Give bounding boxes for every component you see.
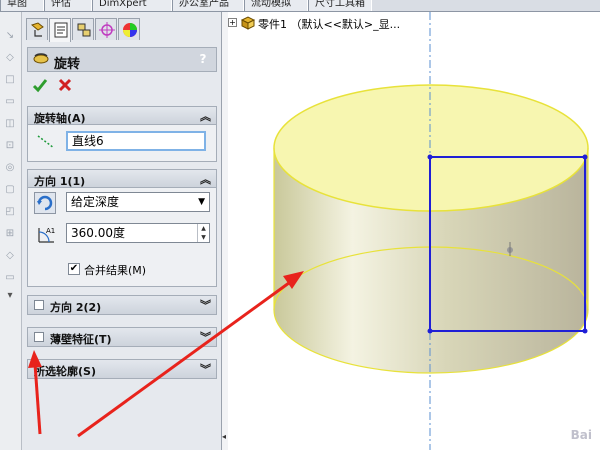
faded-tool-icon[interactable]: ⊞ [4,228,16,239]
end-condition-select[interactable]: 给定深度 ▼ [66,192,210,212]
tab-flow-simulation[interactable]: 流动模拟 [244,0,308,11]
chevron-down-icon[interactable]: ▾ [4,290,16,301]
crosshair-icon [99,22,115,38]
tab-dimxpert[interactable]: DimXpert [92,0,172,11]
revolve-icon [33,53,49,64]
collapse-panel-icon[interactable]: ◂ [222,432,226,441]
faded-tool-icon[interactable]: ◇ [4,250,16,261]
reverse-direction-button[interactable] [34,192,56,214]
sketch-point[interactable] [582,328,588,334]
angle-value: 360.00度 [71,226,125,240]
ok-button[interactable] [32,77,48,93]
expand-chevron-icon[interactable]: ︾ [200,297,211,313]
tab-dimxpert-manager[interactable] [95,18,117,40]
direction1-group-title: 方向 1(1) [34,175,86,188]
tab-dimension-tools[interactable]: 尺寸工具箱 [308,0,372,11]
thin-feature-group-title: 薄壁特征(T) [50,333,112,346]
merge-result-checkbox[interactable]: ✔ [68,263,80,275]
configuration-icon [77,23,91,37]
spin-button[interactable]: ▲ ▼ [197,224,209,242]
axis-icon [37,135,55,149]
tab-evaluate[interactable]: 评估 [44,0,92,11]
model-viewport[interactable] [228,12,600,450]
faded-tool-icon[interactable]: □ [4,74,16,85]
property-icon [54,22,68,38]
merge-result-label: 合并结果(M) [84,264,147,277]
collapse-chevron-icon[interactable]: ︽ [200,108,211,124]
reverse-direction-icon [37,195,53,211]
help-button[interactable]: ? [195,51,211,67]
property-manager: 旋转 ? 旋转轴(A) ︽ 直线6 方向 1(1) ︽ 给定深度 ▼ A1 36… [22,12,222,450]
tab-sketch[interactable]: 草图 [0,0,44,11]
faded-tool-icon[interactable]: ▭ [4,272,16,283]
thin-feature-group[interactable]: 薄壁特征(T) ︾ [27,327,217,347]
faded-tool-icon[interactable]: ◰ [4,206,16,217]
faded-tool-icon[interactable]: ◇ [4,52,16,63]
end-condition-value: 给定深度 [71,195,120,209]
faded-tool-icon[interactable]: ↘ [4,30,16,41]
axis-group-title: 旋转轴(A) [34,112,86,125]
axis-selection-field[interactable]: 直线6 [66,131,206,151]
expand-chevron-icon[interactable]: ︾ [200,329,211,345]
svg-text:A1: A1 [46,227,55,235]
direction2-group-title: 方向 2(2) [50,301,102,314]
direction2-checkbox[interactable] [34,300,44,310]
faded-tool-icon[interactable]: ⊡ [4,140,16,151]
angle-field[interactable]: 360.00度 ▲ ▼ [66,223,210,243]
axis-group: 旋转轴(A) ︽ 直线6 [27,106,217,162]
feature-header: 旋转 ? [27,47,217,72]
tab-office-products[interactable]: 办公室产品 [172,0,244,11]
sketch-point[interactable] [427,328,433,334]
command-manager-tabs: 草图 评估 DimXpert 办公室产品 流动模拟 尺寸工具箱 [0,0,600,12]
direction1-group: 方向 1(1) ︽ 给定深度 ▼ A1 360.00度 ▲ ▼ ✔ 合并结果(M) [27,169,217,287]
faded-tool-icon[interactable]: ◎ [4,162,16,173]
left-toolbar-strip: ↘ ◇ □ ▭ ◫ ⊡ ◎ ▢ ◰ ⊞ ◇ ▭ ▾ [0,12,22,450]
thin-feature-checkbox[interactable] [34,332,44,342]
selected-contours-group[interactable]: 所选轮廓(S) ︾ [27,359,217,379]
angle-icon: A1 [38,227,55,243]
graphics-area[interactable]: + 零件1 （默认<<默认>_显... Bai [228,12,600,450]
sketch-point[interactable] [427,154,433,160]
direction1-group-header[interactable]: 方向 1(1) ︽ [28,170,216,188]
feature-tree-icon [30,22,44,37]
axis-group-header[interactable]: 旋转轴(A) ︽ [28,107,216,125]
faded-tool-icon[interactable]: ▭ [4,96,16,107]
color-wheel-icon [123,23,137,37]
tab-configuration-manager[interactable] [72,18,94,40]
cancel-button[interactable] [57,77,73,93]
selected-contours-group-header[interactable]: 所选轮廓(S) ︾ [28,360,216,378]
sketch-point[interactable] [582,154,588,160]
faded-tool-icon[interactable]: ▢ [4,184,16,195]
thin-feature-group-header[interactable]: 薄壁特征(T) ︾ [28,328,216,346]
dropdown-arrow-icon[interactable]: ▼ [198,193,205,211]
feature-title: 旋转 [54,57,81,72]
tab-feature-manager[interactable] [26,18,48,40]
direction2-group-header[interactable]: 方向 2(2) ︾ [28,296,216,314]
faded-tool-icon[interactable]: ◫ [4,118,16,129]
tab-property-manager[interactable] [49,18,71,42]
direction2-group[interactable]: 方向 2(2) ︾ [27,295,217,315]
collapse-chevron-icon[interactable]: ︽ [200,171,211,187]
expand-chevron-icon[interactable]: ︾ [200,361,211,377]
tab-display-manager[interactable] [118,18,140,40]
watermark: Bai [570,428,592,442]
selected-contours-group-title: 所选轮廓(S) [34,365,96,378]
